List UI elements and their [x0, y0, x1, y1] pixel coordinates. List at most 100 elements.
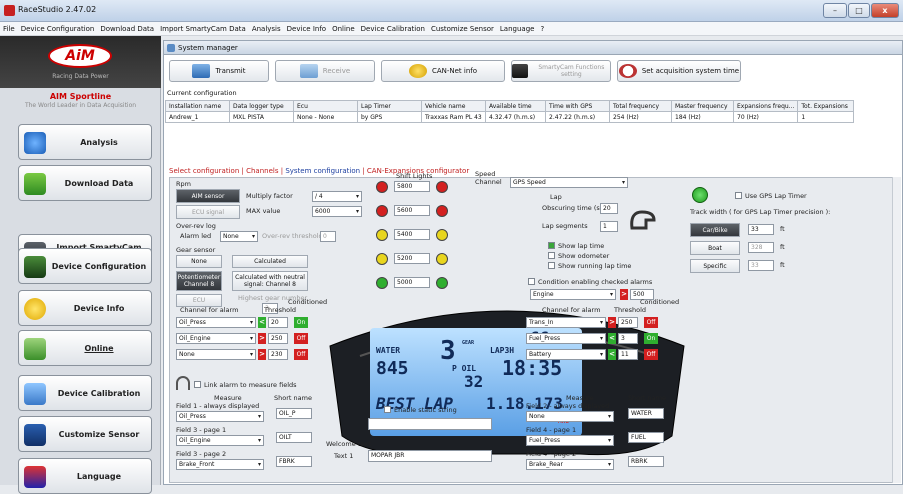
- text1-input[interactable]: MOPAR JBR: [368, 450, 492, 462]
- car-bike-width-input[interactable]: 33: [748, 224, 774, 235]
- sidebar-item-device-configuration[interactable]: Device Configuration: [18, 248, 152, 284]
- boat-width-input[interactable]: 328: [748, 242, 774, 253]
- minimize-button[interactable]: –: [823, 3, 847, 18]
- speed-channel-select[interactable]: GPS Speed: [510, 177, 628, 188]
- shift-light-value-1[interactable]: 5800: [394, 181, 430, 192]
- maximize-button[interactable]: □: [848, 3, 870, 18]
- sidebar-item-device-info[interactable]: Device Info: [18, 290, 152, 326]
- left-alarm-operator-3[interactable]: >: [258, 349, 266, 360]
- left-alarm-toggle-2[interactable]: Off: [294, 333, 308, 344]
- shift-light-left-5[interactable]: [376, 277, 388, 289]
- sidebar-item-download-data[interactable]: Download Data: [18, 165, 152, 201]
- vertical-scrollbar[interactable]: [892, 177, 901, 483]
- condition-checkbox[interactable]: [528, 278, 535, 285]
- ecu-signal-button[interactable]: ECU signal: [176, 205, 240, 219]
- gear-calculated-neutral-button[interactable]: Calculated with neutral signal: Channel …: [232, 271, 308, 291]
- right-alarm-toggle-3[interactable]: Off: [644, 349, 658, 360]
- transmit-button[interactable]: Transmit: [169, 60, 269, 82]
- right-alarm-threshold-input-3[interactable]: 11: [618, 349, 638, 360]
- right-alarm-channel-select-1[interactable]: Trans_In: [526, 317, 606, 328]
- sidebar-item-device-calibration[interactable]: Device Calibration: [18, 375, 152, 411]
- shift-light-value-4[interactable]: 5200: [394, 253, 430, 264]
- use-gps-lap-timer-checkbox[interactable]: [735, 192, 742, 199]
- gear-calculated-button[interactable]: Calculated: [232, 255, 308, 268]
- right-alarm-threshold-input-2[interactable]: 3: [618, 333, 638, 344]
- right-alarm-operator-3[interactable]: <: [608, 349, 616, 360]
- shift-light-value-2[interactable]: 5600: [394, 205, 430, 216]
- condition-channel-select[interactable]: Engine: [530, 289, 616, 300]
- link-system-configuration[interactable]: System configuration: [285, 167, 360, 175]
- shift-light-left-4[interactable]: [376, 253, 388, 265]
- shift-light-value-5[interactable]: 5000: [394, 277, 430, 288]
- boat-button[interactable]: Boat: [690, 241, 740, 255]
- left-alarm-threshold-input-3[interactable]: 230: [268, 349, 288, 360]
- shift-light-left-2[interactable]: [376, 205, 388, 217]
- right-field-2-short-input[interactable]: FUEL: [628, 432, 664, 443]
- right-alarm-operator-1[interactable]: >: [608, 317, 616, 328]
- left-field-2-short-input[interactable]: OILT: [276, 432, 312, 443]
- right-alarm-toggle-1[interactable]: Off: [644, 317, 658, 328]
- gear-none-button[interactable]: None: [176, 255, 222, 268]
- can-net-info-button[interactable]: CAN-Net info: [381, 60, 505, 82]
- right-alarm-channel-select-3[interactable]: Battery: [526, 349, 606, 360]
- close-button[interactable]: x: [871, 3, 899, 18]
- specific-width-input[interactable]: 33: [748, 260, 774, 271]
- max-value-select[interactable]: 6000: [312, 206, 362, 217]
- left-alarm-threshold-input-2[interactable]: 250: [268, 333, 288, 344]
- left-field-3-select[interactable]: Brake_Front: [176, 459, 264, 470]
- receive-button[interactable]: Receive: [275, 60, 375, 82]
- shift-light-right-2[interactable]: [436, 205, 448, 217]
- shift-light-right-1[interactable]: [436, 181, 448, 193]
- menu-download-data[interactable]: Download Data: [97, 22, 157, 36]
- link-alarm-checkbox[interactable]: [194, 381, 201, 388]
- show-odometer-checkbox[interactable]: [548, 252, 555, 259]
- menu-import-smartycam[interactable]: Import SmartyCam Data: [157, 22, 249, 36]
- shift-light-right-5[interactable]: [436, 277, 448, 289]
- left-field-1-select[interactable]: Oil_Press: [176, 411, 264, 422]
- show-lap-time-checkbox[interactable]: [548, 242, 555, 249]
- link-channels[interactable]: Channels: [246, 167, 278, 175]
- right-field-2-select[interactable]: Fuel_Press: [526, 435, 614, 446]
- menu-file[interactable]: File: [0, 22, 18, 36]
- multiply-factor-select[interactable]: / 4: [312, 191, 362, 202]
- right-alarm-operator-2[interactable]: <: [608, 333, 616, 344]
- menu-language[interactable]: Language: [497, 22, 538, 36]
- right-field-1-select[interactable]: None: [526, 411, 614, 422]
- sidebar-item-customize-sensor[interactable]: Customize Sensor: [18, 416, 152, 452]
- condition-operator[interactable]: >: [620, 289, 628, 300]
- shift-light-right-4[interactable]: [436, 253, 448, 265]
- right-alarm-threshold-input-1[interactable]: 250: [618, 317, 638, 328]
- shift-light-value-3[interactable]: 5400: [394, 229, 430, 240]
- menu-help[interactable]: ?: [537, 22, 547, 36]
- left-alarm-toggle-1[interactable]: On: [294, 317, 308, 328]
- right-field-3-select[interactable]: Brake_Rear: [526, 459, 614, 470]
- sidebar-item-language[interactable]: Language: [18, 458, 152, 494]
- left-field-1-short-input[interactable]: OIL_P: [276, 408, 312, 419]
- menu-device-calibration[interactable]: Device Calibration: [358, 22, 428, 36]
- menu-online[interactable]: Online: [329, 22, 358, 36]
- left-alarm-threshold-input-1[interactable]: 20: [268, 317, 288, 328]
- sidebar-item-online[interactable]: Online: [18, 330, 152, 366]
- static-string-input[interactable]: [368, 418, 492, 430]
- left-alarm-channel-select-3[interactable]: None: [176, 349, 256, 360]
- gear-potentiometer-button[interactable]: Potentiometer Channel 8: [176, 271, 222, 291]
- right-alarm-channel-select-2[interactable]: Fuel_Press: [526, 333, 606, 344]
- obscuring-time-input[interactable]: 20: [600, 203, 618, 214]
- static-string-checkbox[interactable]: [384, 406, 391, 413]
- menu-customize-sensor[interactable]: Customize Sensor: [428, 22, 497, 36]
- lap-segments-input[interactable]: 1: [600, 221, 618, 232]
- left-alarm-channel-select-2[interactable]: Oil_Engine: [176, 333, 256, 344]
- overrev-threshold-input[interactable]: 0: [320, 231, 336, 242]
- right-field-3-short-input[interactable]: RBRK: [628, 456, 664, 467]
- left-field-2-select[interactable]: Oil_Engine: [176, 435, 264, 446]
- left-field-3-short-input[interactable]: FBRK: [276, 456, 312, 467]
- show-running-lap-checkbox[interactable]: [548, 262, 555, 269]
- shift-light-left-1[interactable]: [376, 181, 388, 193]
- left-alarm-operator-1[interactable]: <: [258, 317, 266, 328]
- car-bike-button[interactable]: Car/Bike: [690, 223, 740, 237]
- shift-light-right-3[interactable]: [436, 229, 448, 241]
- left-alarm-toggle-3[interactable]: Off: [294, 349, 308, 360]
- smartycam-functions-button[interactable]: SmartyCam Functions setting: [511, 60, 611, 82]
- shift-light-left-3[interactable]: [376, 229, 388, 241]
- alarm-led-select[interactable]: None: [220, 231, 258, 242]
